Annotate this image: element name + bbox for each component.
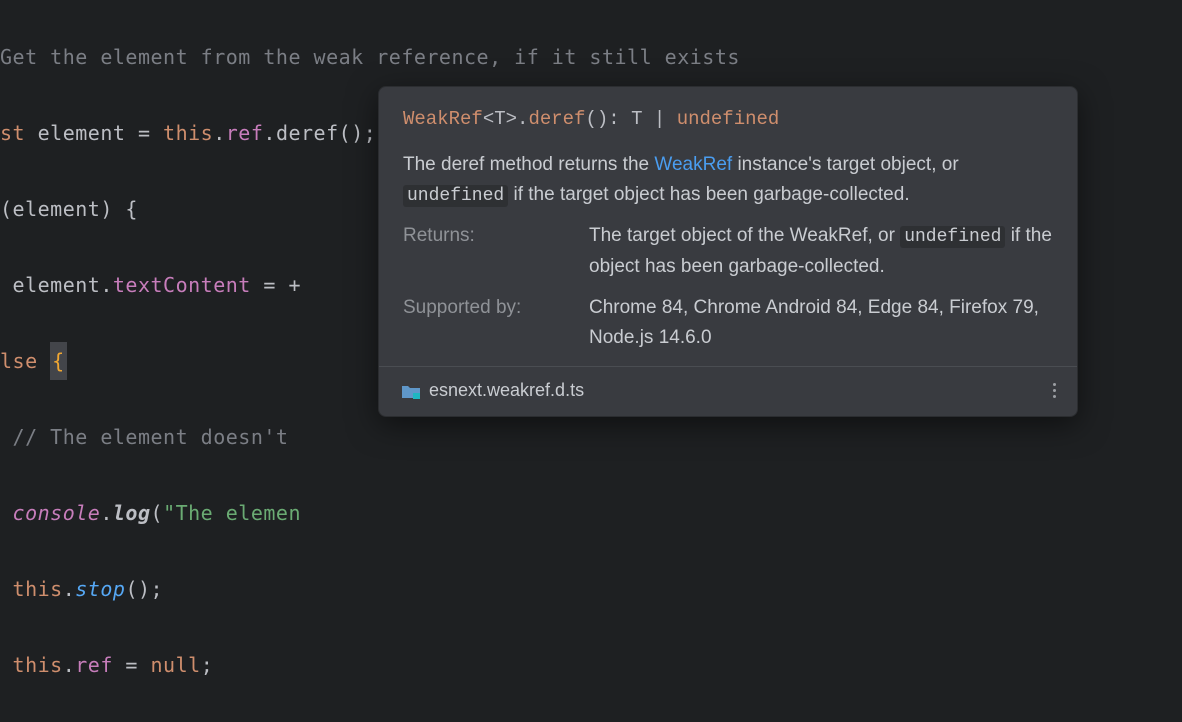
- code-inline: undefined: [900, 226, 1005, 248]
- console-ref: console: [13, 501, 101, 525]
- file-icon: [401, 383, 419, 398]
- code-line[interactable]: this.stop();: [0, 570, 1182, 608]
- punct: = +: [251, 273, 301, 297]
- sig-punct: |: [642, 108, 676, 130]
- sig-generic-t: T: [494, 108, 505, 130]
- documentation-tooltip: WeakRef<T>.deref(): T | undefined The de…: [378, 86, 1078, 417]
- code-line[interactable]: console.log("The elemen: [0, 494, 1182, 532]
- punct: ;: [201, 653, 214, 677]
- method-name: stop: [75, 577, 125, 601]
- punct: ();: [339, 121, 377, 145]
- identifier: element: [13, 273, 101, 297]
- punct: ();: [125, 577, 163, 601]
- code-line[interactable]: Get the element from the weak reference,…: [0, 38, 1182, 76]
- code-inline: undefined: [403, 185, 508, 207]
- property: ref: [226, 121, 264, 145]
- tooltip-signature: WeakRef<T>.deref(): T | undefined: [379, 87, 1077, 140]
- code-line[interactable]: this.ref = null;: [0, 646, 1182, 684]
- tooltip-details-table: Returns: The target object of the WeakRe…: [379, 221, 1077, 366]
- punct: .: [100, 501, 113, 525]
- sig-punct: <: [483, 108, 494, 130]
- sig-punct: >: [506, 108, 517, 130]
- sig-return-t: T: [631, 108, 642, 130]
- keyword-else: lse: [0, 349, 50, 373]
- desc-text: The deref method returns the: [403, 154, 654, 175]
- punct: =: [125, 121, 163, 145]
- source-file-name[interactable]: esnext.weakref.d.ts: [429, 377, 584, 405]
- brace: {: [50, 342, 67, 380]
- keyword: st: [0, 121, 38, 145]
- sig-undefined: undefined: [677, 108, 780, 130]
- code-line[interactable]: // The element doesn't: [0, 418, 1182, 456]
- returns-label: Returns:: [403, 221, 573, 281]
- tooltip-footer: esnext.weakref.d.ts: [379, 366, 1077, 416]
- sig-punct: ():: [585, 108, 631, 130]
- desc-text: instance's target object, or: [732, 154, 958, 175]
- method-name: deref: [276, 121, 339, 145]
- punct: .: [100, 273, 113, 297]
- keyword-this: this: [13, 653, 63, 677]
- punct: .: [63, 577, 76, 601]
- comment-text: Get the element from the weak reference,…: [0, 45, 740, 69]
- supported-by-label: Supported by:: [403, 293, 573, 352]
- returns-value: The target object of the WeakRef, or und…: [589, 221, 1053, 281]
- keyword-this: this: [13, 577, 63, 601]
- more-options-button[interactable]: [1045, 379, 1063, 403]
- identifier: element: [38, 121, 126, 145]
- punct: .: [263, 121, 276, 145]
- property: textContent: [113, 273, 251, 297]
- punct: =: [113, 653, 151, 677]
- string-literal: "The elemen: [163, 501, 301, 525]
- log-method: log: [113, 501, 151, 525]
- code-text: (element) {: [0, 197, 138, 221]
- punct: .: [63, 653, 76, 677]
- returns-text: The target object of the WeakRef, or: [589, 225, 900, 246]
- sig-method: deref: [528, 108, 585, 130]
- sig-type: WeakRef: [403, 108, 483, 130]
- comment-text: // The element doesn't: [13, 425, 301, 449]
- sig-punct: .: [517, 108, 528, 130]
- tooltip-description: The deref method returns the WeakRef ins…: [379, 140, 1077, 220]
- property: ref: [75, 653, 113, 677]
- keyword-null: null: [151, 653, 201, 677]
- punct: (: [151, 501, 164, 525]
- weakref-link[interactable]: WeakRef: [654, 154, 732, 175]
- keyword-this: this: [163, 121, 213, 145]
- supported-by-value: Chrome 84, Chrome Android 84, Edge 84, F…: [589, 293, 1053, 352]
- punct: .: [213, 121, 226, 145]
- desc-text: if the target object has been garbage-co…: [508, 184, 909, 205]
